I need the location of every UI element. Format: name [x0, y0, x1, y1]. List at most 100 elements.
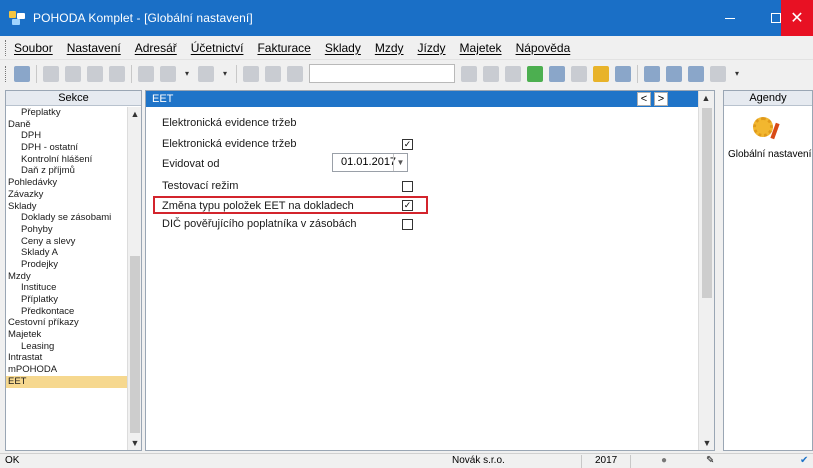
calculator-icon[interactable]: [571, 65, 587, 82]
chevron-down-icon[interactable]: ▼: [393, 154, 407, 171]
menu-napoveda[interactable]: Nápověda: [516, 41, 571, 55]
section-subitem[interactable]: Daň z příjmů: [6, 165, 128, 177]
section-item[interactable]: Pohledávky: [6, 177, 128, 189]
status-check-icon[interactable]: ✔: [800, 454, 808, 468]
section-item[interactable]: mPOHODA: [6, 364, 128, 376]
toolbar: ▾ ▾ ▾: [0, 61, 813, 86]
toolbar-search-input[interactable]: [309, 64, 455, 83]
dic-principal-checkbox[interactable]: [402, 219, 413, 230]
window-grid-icon[interactable]: [688, 65, 704, 82]
section-subitem[interactable]: Leasing: [6, 341, 128, 353]
section-item[interactable]: Intrastat: [6, 352, 128, 364]
filter-icon[interactable]: [483, 65, 499, 82]
eet-item-type-change-label: Změna typu položek EET na dokladech: [162, 200, 354, 212]
menu-bar: Soubor Nastavení Adresář Účetnictví Fakt…: [0, 36, 813, 60]
section-subitem[interactable]: DPH - ostatní: [6, 142, 128, 154]
menu-ucetnictvi[interactable]: Účetnictví: [191, 41, 244, 55]
settings-panel-header: EET < >: [146, 91, 698, 107]
title-bar[interactable]: POHODA Komplet - [Globální nastavení] ✕: [0, 0, 813, 36]
evidovat-od-field[interactable]: 01.01.2017 ▼: [332, 153, 408, 172]
menu-sklady[interactable]: Sklady: [325, 41, 361, 55]
sections-scrollbar[interactable]: ▲ ▼: [127, 107, 141, 450]
section-subitem[interactable]: Předkontace: [6, 306, 128, 318]
save-all-icon[interactable]: [265, 65, 281, 82]
prev-section-button[interactable]: <: [637, 92, 651, 106]
settings-gear-icon[interactable]: [751, 115, 780, 141]
menu-soubor[interactable]: Soubor: [14, 41, 53, 55]
eet-enabled-checkbox[interactable]: ✓: [402, 139, 413, 150]
section-title: Elektronická evidence tržeb: [162, 117, 297, 129]
preview-icon[interactable]: [87, 65, 103, 82]
test-mode-checkbox[interactable]: [402, 181, 413, 192]
close-button[interactable]: ✕: [781, 0, 813, 36]
test-mode-label: Testovací režim: [162, 180, 239, 192]
eet-item-type-change-checkbox[interactable]: ✓: [402, 200, 413, 211]
menu-grip[interactable]: [5, 39, 8, 56]
minimize-button[interactable]: [707, 0, 753, 36]
toolbar-grip[interactable]: [5, 65, 8, 82]
folder-icon[interactable]: [505, 65, 521, 82]
scroll-up-icon[interactable]: ▲: [128, 107, 142, 121]
menu-majetek[interactable]: Majetek: [460, 41, 502, 55]
menu-fakturace[interactable]: Fakturace: [257, 41, 310, 55]
edit-dropdown-icon[interactable]: ▾: [182, 66, 192, 82]
section-subitem[interactable]: Pohyby: [6, 224, 128, 236]
section-subitem[interactable]: Prodejky: [6, 259, 128, 271]
agendas-panel: Agendy Globální nastavení: [723, 90, 813, 451]
status-year: 2017: [595, 455, 618, 466]
edit-record-icon[interactable]: [160, 65, 176, 82]
section-item[interactable]: Daně: [6, 119, 128, 131]
help-icon[interactable]: [710, 65, 726, 82]
pohoda-toolbar-icon[interactable]: [14, 65, 30, 82]
scroll-down-icon[interactable]: ▼: [128, 436, 142, 450]
status-pen-icon[interactable]: ✎: [706, 454, 714, 468]
bank-icon[interactable]: [615, 65, 631, 82]
toolbar-overflow-icon[interactable]: ▾: [732, 66, 742, 82]
section-subitem[interactable]: Doklady se zásobami: [6, 212, 128, 224]
section-subitem[interactable]: Ceny a slevy: [6, 236, 128, 248]
section-subitem[interactable]: Kontrolní hlášení: [6, 154, 128, 166]
section-subitem[interactable]: Sklady A: [6, 247, 128, 259]
window-list-icon[interactable]: [666, 65, 682, 82]
attach-icon[interactable]: [527, 65, 543, 82]
status-bar: OK Novák s.r.o. 2017 ● ✎ ✔: [0, 453, 813, 468]
close-icon: ✕: [790, 10, 804, 27]
window-tile-icon[interactable]: [644, 65, 660, 82]
save-icon[interactable]: [243, 65, 259, 82]
users-icon[interactable]: [593, 65, 609, 82]
new-record-icon[interactable]: [138, 65, 154, 82]
back-dropdown-icon[interactable]: ▾: [220, 66, 230, 82]
sections-scroll-thumb[interactable]: [130, 256, 140, 433]
section-subitem[interactable]: Příplatky: [6, 294, 128, 306]
section-subitem[interactable]: Instituce: [6, 282, 128, 294]
section-subitem[interactable]: DPH: [6, 130, 128, 142]
menu-adresar[interactable]: Adresář: [135, 41, 177, 55]
print-preview-icon[interactable]: [65, 65, 81, 82]
section-item[interactable]: Cestovní příkazy: [6, 317, 128, 329]
section-item[interactable]: EET: [6, 375, 128, 388]
section-item[interactable]: Mzdy: [6, 271, 128, 283]
next-section-button[interactable]: >: [654, 92, 668, 106]
section-subitem[interactable]: Přeplatky: [6, 107, 128, 119]
agenda-item-global-settings[interactable]: Globální nastavení: [728, 149, 811, 160]
scroll-down-icon[interactable]: ▼: [700, 436, 714, 450]
settings-scroll-thumb[interactable]: [702, 108, 712, 298]
menu-nastaveni[interactable]: Nastavení: [67, 41, 121, 55]
scroll-up-icon[interactable]: ▲: [699, 91, 713, 105]
menu-mzdy[interactable]: Mzdy: [375, 41, 404, 55]
tools-icon[interactable]: [43, 65, 59, 82]
section-item[interactable]: Sklady: [6, 201, 128, 213]
copy-icon[interactable]: [287, 65, 303, 82]
status-sync-icon[interactable]: ●: [661, 454, 667, 468]
print-icon[interactable]: [109, 65, 125, 82]
section-item[interactable]: Majetek: [6, 329, 128, 341]
sections-header: Sekce: [6, 91, 141, 106]
menu-jizdy[interactable]: Jízdy: [418, 41, 446, 55]
settings-scrollbar[interactable]: ▲ ▼: [698, 91, 714, 450]
calendar-icon[interactable]: [549, 65, 565, 82]
back-arrow-icon[interactable]: [198, 65, 214, 82]
window-title: POHODA Komplet - [Globální nastavení]: [33, 11, 253, 25]
section-item[interactable]: Závazky: [6, 189, 128, 201]
filter-dropdown-icon[interactable]: [461, 65, 477, 82]
settings-panel: EET < > Elektronická evidence tržeb Elek…: [145, 90, 715, 451]
